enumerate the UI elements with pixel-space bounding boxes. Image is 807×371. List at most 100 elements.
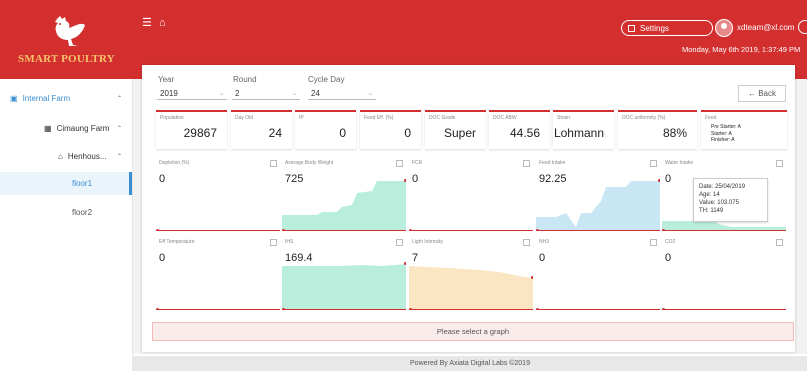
sparkline-area (536, 181, 660, 230)
graph-tile[interactable]: NH3 0 (536, 236, 660, 310)
back-label: ← Back (747, 89, 776, 98)
graph-value: 0 (159, 252, 166, 264)
graph-tile[interactable]: Depletion (%) 0 (156, 157, 280, 231)
sidebar-item-henhouse[interactable]: ⌂ Henhous... ⌃ (0, 145, 132, 167)
graph-tile[interactable]: Average Body Weight 725 (282, 157, 406, 231)
data-point (404, 179, 406, 182)
stat-tile: Feed Eff. (%) 0 (360, 110, 421, 149)
sidebar-item-floor2[interactable]: floor2 (0, 201, 132, 223)
graph-select-checkbox[interactable] (523, 160, 530, 167)
graph-tile[interactable]: Light Intensity 7 (409, 236, 533, 310)
data-point (662, 229, 665, 230)
tooltip-date: Date: 25/04/2019 (699, 184, 746, 190)
stat-label: DOC Grade (429, 115, 456, 121)
stat-value: 0 (339, 126, 346, 140)
select-graph-message: Please select a graph (152, 322, 794, 341)
graph-select-checkbox[interactable] (270, 239, 277, 246)
graph-tile[interactable]: FCR 0 (409, 157, 533, 231)
grid-icon: ▦ (44, 123, 52, 133)
graph-tile[interactable]: IHS 169.4 (282, 236, 406, 310)
brand-name: SMART POULTRY (18, 53, 115, 65)
brand-name-part2: POULTRY (61, 52, 115, 65)
graph-label: Average Body Weight (285, 160, 334, 166)
stat-label: Day Old (235, 115, 254, 121)
graph-tile[interactable]: CO2 0 (662, 236, 786, 310)
sidebar-item-internal-farm[interactable]: ▣ Internal Farm ⌃ (0, 87, 132, 109)
graph-select-checkbox[interactable] (270, 160, 277, 167)
graph-select-checkbox[interactable] (650, 160, 657, 167)
graph-value: 0 (665, 173, 672, 185)
data-point (409, 229, 412, 230)
graph-label: NH3 (539, 239, 550, 245)
stat-tile: IP 0 (295, 110, 356, 149)
back-button[interactable]: ← Back (738, 85, 786, 102)
sparkline-area (282, 264, 406, 309)
home-icon: ⌂ (58, 151, 63, 161)
brand-name-part1: SMART (18, 52, 62, 65)
graph-select-checkbox[interactable] (776, 160, 783, 167)
avatar[interactable] (715, 19, 733, 37)
chevron-down-icon: ⌄ (291, 90, 297, 97)
sidebar-item-label: floor2 (72, 207, 93, 217)
cycle-day-select[interactable]: 24 ⌄ (308, 87, 376, 100)
cycle-day-label: Cycle Day (308, 75, 345, 84)
farm-icon: ▣ (10, 93, 18, 103)
stat-label: Strain (557, 115, 571, 121)
graph-value: 0 (539, 252, 546, 264)
tooltip-th: TH: 1149 (699, 208, 724, 214)
stat-label: DOC ABW (493, 115, 517, 121)
stat-label: Feed (705, 115, 717, 121)
cycle-day-value: 24 (311, 88, 320, 98)
user-menu-icon[interactable] (798, 20, 807, 34)
hamburger-icon[interactable]: ☰ (142, 18, 152, 29)
stat-value: Super (443, 126, 476, 140)
graph-value: 92.25 (539, 173, 567, 185)
chart-tooltip: Date: 25/04/2019 Age: 14 Value: 103.075 … (693, 178, 768, 222)
data-point (409, 308, 412, 309)
graph-select-checkbox[interactable] (396, 160, 403, 167)
stat-label: DOC uniformity (%) (622, 115, 666, 121)
current-datetime: Monday, May 6th 2019, 1:37:49 PM (682, 45, 801, 54)
graph-select-checkbox[interactable] (650, 239, 657, 246)
data-point (531, 276, 533, 279)
message-text: Please select a graph (436, 327, 510, 336)
stat-value: Lohmann (553, 126, 604, 140)
year-select[interactable]: 2019 ⌄ (157, 87, 227, 100)
sparkline-chart (282, 181, 406, 230)
graph-label: IHS (285, 239, 294, 245)
sidebar-item-label: Henhous... (67, 151, 107, 161)
data-point (662, 308, 665, 309)
round-select[interactable]: 2 ⌄ (232, 87, 300, 100)
graph-select-checkbox[interactable] (776, 239, 783, 246)
graph-label: Water Intake (665, 160, 694, 166)
sidebar-item-cimaung-farm[interactable]: ▦ Cimaung Farm ⌃ (0, 117, 132, 139)
sparkline-area (662, 221, 786, 230)
graph-tile[interactable]: Feed Intake 92.25 (536, 157, 660, 231)
graph-select-checkbox[interactable] (523, 239, 530, 246)
year-value: 2019 (160, 88, 178, 98)
settings-button[interactable]: Settings (621, 20, 713, 36)
home-icon[interactable]: ⌂ (159, 18, 166, 29)
data-point (536, 229, 539, 230)
stat-label: Population (160, 115, 184, 121)
stat-value: 88% (662, 126, 687, 140)
sidebar-item-label: Internal Farm (22, 93, 71, 103)
feed-values: Pre Starter: A Starter: A Finisher: A (711, 124, 741, 144)
tooltip-value: Value: 103.075 (699, 200, 739, 206)
graph-value: 7 (412, 252, 419, 264)
stat-tile: DOC ABW 44.56 (489, 110, 550, 149)
stat-tile: Feed Pre Starter: A Starter: A Finisher: A (701, 110, 787, 149)
brand-logo[interactable]: SMART POULTRY (0, 0, 133, 79)
user-email[interactable]: xdteam@xl.com (737, 23, 794, 32)
year-label: Year (158, 75, 175, 84)
data-point (536, 308, 539, 309)
graph-tile[interactable]: Eff Temperature 0 (156, 236, 280, 310)
graph-label: Light Intensity (412, 239, 443, 245)
sidebar-item-floor1[interactable]: floor1 (0, 172, 132, 195)
settings-icon (628, 24, 635, 32)
graph-select-checkbox[interactable] (396, 239, 403, 246)
feed-line: Pre Starter: A (711, 124, 742, 130)
graph-label: CO2 (665, 239, 676, 245)
graph-label: FCR (412, 160, 423, 166)
stat-value: 44.56 (509, 126, 540, 140)
